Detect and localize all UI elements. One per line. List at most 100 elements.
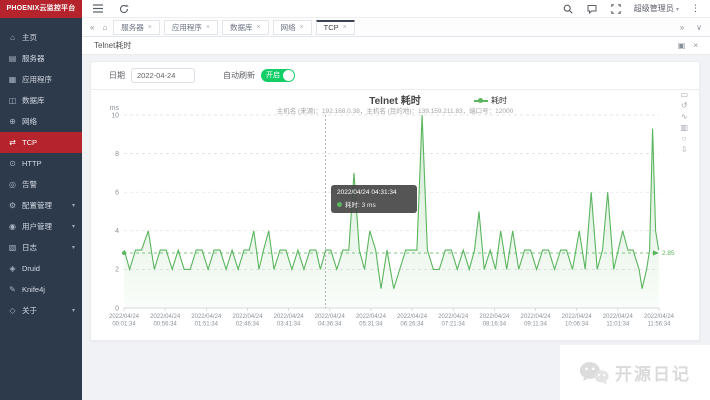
caret-down-icon: ▾ xyxy=(676,7,679,13)
sidebar-item-alarm[interactable]: ◎ 告警 xyxy=(0,174,82,195)
sidebar-item-server[interactable]: ▤ 服务器 xyxy=(0,48,82,69)
tab-应用程序[interactable]: 应用程序 × xyxy=(164,20,218,35)
tab-TCP[interactable]: TCP × xyxy=(316,20,355,35)
search-icon[interactable] xyxy=(562,3,574,15)
sidebar-item-log[interactable]: ▧ 日志 ▾ xyxy=(0,237,82,258)
sidebar-item-label: 告警 xyxy=(22,179,37,190)
watermark: 开源日记 xyxy=(560,345,710,400)
svg-text:05:31:34: 05:31:34 xyxy=(359,322,383,328)
sidebar-item-label: 关于 xyxy=(22,305,37,316)
watermark-text: 开源日记 xyxy=(615,360,691,385)
toggle-knob xyxy=(283,70,294,81)
svg-text:2022/04/24: 2022/04/24 xyxy=(521,314,552,320)
sidebar-item-network[interactable]: ⊕ 网络 xyxy=(0,111,82,132)
svg-text:4: 4 xyxy=(115,228,119,235)
svg-text:2022/04/24: 2022/04/24 xyxy=(397,314,428,320)
sidebar-item-label: 应用程序 xyxy=(22,74,52,85)
tab-服务器[interactable]: 服务器 × xyxy=(113,20,160,35)
database-icon: ◫ xyxy=(7,96,18,105)
knife4j-icon: ✎ xyxy=(7,285,18,294)
config-icon: ⚙ xyxy=(7,201,18,210)
scroll-tabs-right-icon[interactable]: » xyxy=(678,23,686,32)
sidebar-item-user-manage[interactable]: ◉ 用户管理 ▾ xyxy=(0,216,82,237)
chart-plot[interactable]: ms02468102022/04/2400:01:342022/04/2400:… xyxy=(91,103,701,343)
tabs-menu-icon[interactable]: ∨ xyxy=(694,23,704,32)
chart-area: Telnet 耗时 主机名 (来源)：192.168.0.38，主机名 (目的地… xyxy=(91,89,699,340)
date-input[interactable] xyxy=(131,68,195,83)
svg-text:8: 8 xyxy=(115,151,119,158)
svg-text:2022/04/24: 2022/04/24 xyxy=(150,314,181,320)
sidebar-item-http[interactable]: ⊙ HTTP xyxy=(0,153,82,174)
application-icon: ▦ xyxy=(7,75,18,84)
sidebar-item-knife4j[interactable]: ✎ Knife4j xyxy=(0,279,82,300)
alarm-icon: ◎ xyxy=(7,180,18,189)
refresh-page-icon[interactable] xyxy=(118,3,130,15)
sidebar-item-label: HTTP xyxy=(22,159,42,168)
topbar: 超级管理员 ▾ ⋮ xyxy=(82,0,710,18)
svg-text:2022/04/24: 2022/04/24 xyxy=(315,314,346,320)
message-icon[interactable] xyxy=(586,3,598,15)
sidebar-item-application[interactable]: ▦ 应用程序 xyxy=(0,69,82,90)
more-options-icon[interactable]: ⋮ xyxy=(691,3,700,14)
restore-window-icon[interactable]: ▣ xyxy=(678,41,686,50)
sidebar-item-druid[interactable]: ◈ Druid xyxy=(0,258,82,279)
svg-text:10:06:34: 10:06:34 xyxy=(565,322,589,328)
tcp-icon: ⇄ xyxy=(7,138,18,147)
sidebar-item-database[interactable]: ◫ 数据库 xyxy=(0,90,82,111)
filter-row: 日期 自动刷新 开启 xyxy=(109,67,295,83)
druid-icon: ◈ xyxy=(7,264,18,273)
hamburger-icon[interactable] xyxy=(92,3,104,15)
chevron-down-icon: ▾ xyxy=(72,244,75,251)
close-tab-icon[interactable]: × xyxy=(206,24,210,31)
scroll-tabs-left-icon[interactable]: « xyxy=(88,23,96,32)
tab-label: TCP xyxy=(324,23,339,32)
close-tab-icon[interactable]: × xyxy=(343,24,347,31)
svg-text:07:21:34: 07:21:34 xyxy=(442,322,466,328)
svg-text:03:41:34: 03:41:34 xyxy=(277,322,301,328)
tab-label: 服务器 xyxy=(121,22,144,33)
svg-text:00:01:34: 00:01:34 xyxy=(112,322,136,328)
user-dropdown[interactable]: 超级管理员 ▾ xyxy=(634,3,679,14)
tab-label: 网络 xyxy=(281,22,296,33)
svg-text:01:51:34: 01:51:34 xyxy=(195,322,219,328)
chevron-down-icon: ▾ xyxy=(72,202,75,209)
sidebar-item-label: 用户管理 xyxy=(22,221,52,232)
tab-网络[interactable]: 网络 × xyxy=(273,20,312,35)
svg-text:6: 6 xyxy=(115,190,119,197)
sidebar-item-about[interactable]: ◇ 关于 ▾ xyxy=(0,300,82,321)
sidebar-item-label: Druid xyxy=(22,264,40,273)
tab-数据库[interactable]: 数据库 × xyxy=(222,20,269,35)
chevron-down-icon: ▾ xyxy=(72,307,75,314)
close-tab-icon[interactable]: × xyxy=(148,24,152,31)
legend-marker-icon xyxy=(474,100,488,102)
svg-text:10: 10 xyxy=(111,112,119,119)
sidebar-item-label: TCP xyxy=(22,138,37,147)
sidebar: PHOENIX云监控平台 ⌂ 主页 ▤ 服务器 ▦ 应用程序 ◫ 数据库 ⊕ 网… xyxy=(0,0,82,400)
home-tab-icon[interactable]: ⌂ xyxy=(100,23,109,32)
toggle-on-label: 开启 xyxy=(266,69,280,82)
app-logo: PHOENIX云监控平台 xyxy=(0,0,82,18)
home-icon: ⌂ xyxy=(7,33,18,42)
svg-text:2022/04/24: 2022/04/24 xyxy=(603,314,634,320)
sidebar-item-label: 主页 xyxy=(22,32,37,43)
svg-text:2022/04/24: 2022/04/24 xyxy=(356,314,387,320)
app-window: PHOENIX云监控平台 ⌂ 主页 ▤ 服务器 ▦ 应用程序 ◫ 数据库 ⊕ 网… xyxy=(0,0,710,400)
data-zoom-icon[interactable]: ▭ xyxy=(680,90,688,100)
sidebar-item-tcp[interactable]: ⇄ TCP xyxy=(0,132,82,153)
close-tab-icon[interactable]: × xyxy=(300,24,304,31)
close-panel-icon[interactable]: × xyxy=(693,41,698,50)
fullscreen-icon[interactable] xyxy=(610,3,622,15)
close-tab-icon[interactable]: × xyxy=(256,24,260,31)
svg-text:2022/04/24: 2022/04/24 xyxy=(109,314,140,320)
svg-text:04:36:34: 04:36:34 xyxy=(318,322,342,328)
about-icon: ◇ xyxy=(7,306,18,315)
server-icon: ▤ xyxy=(7,54,18,63)
telnet-chart-card: 日期 自动刷新 开启 Telnet 耗时 主机名 (来源)：192.168.0.… xyxy=(90,61,700,341)
sidebar-item-label: Knife4j xyxy=(22,285,45,294)
sidebar-item-home[interactable]: ⌂ 主页 xyxy=(0,27,82,48)
svg-text:09:11:34: 09:11:34 xyxy=(524,322,548,328)
svg-text:00:56:34: 00:56:34 xyxy=(153,322,177,328)
svg-text:2022/04/24: 2022/04/24 xyxy=(644,314,675,320)
sidebar-item-config[interactable]: ⚙ 配置管理 ▾ xyxy=(0,195,82,216)
auto-refresh-toggle[interactable]: 开启 xyxy=(261,69,295,82)
